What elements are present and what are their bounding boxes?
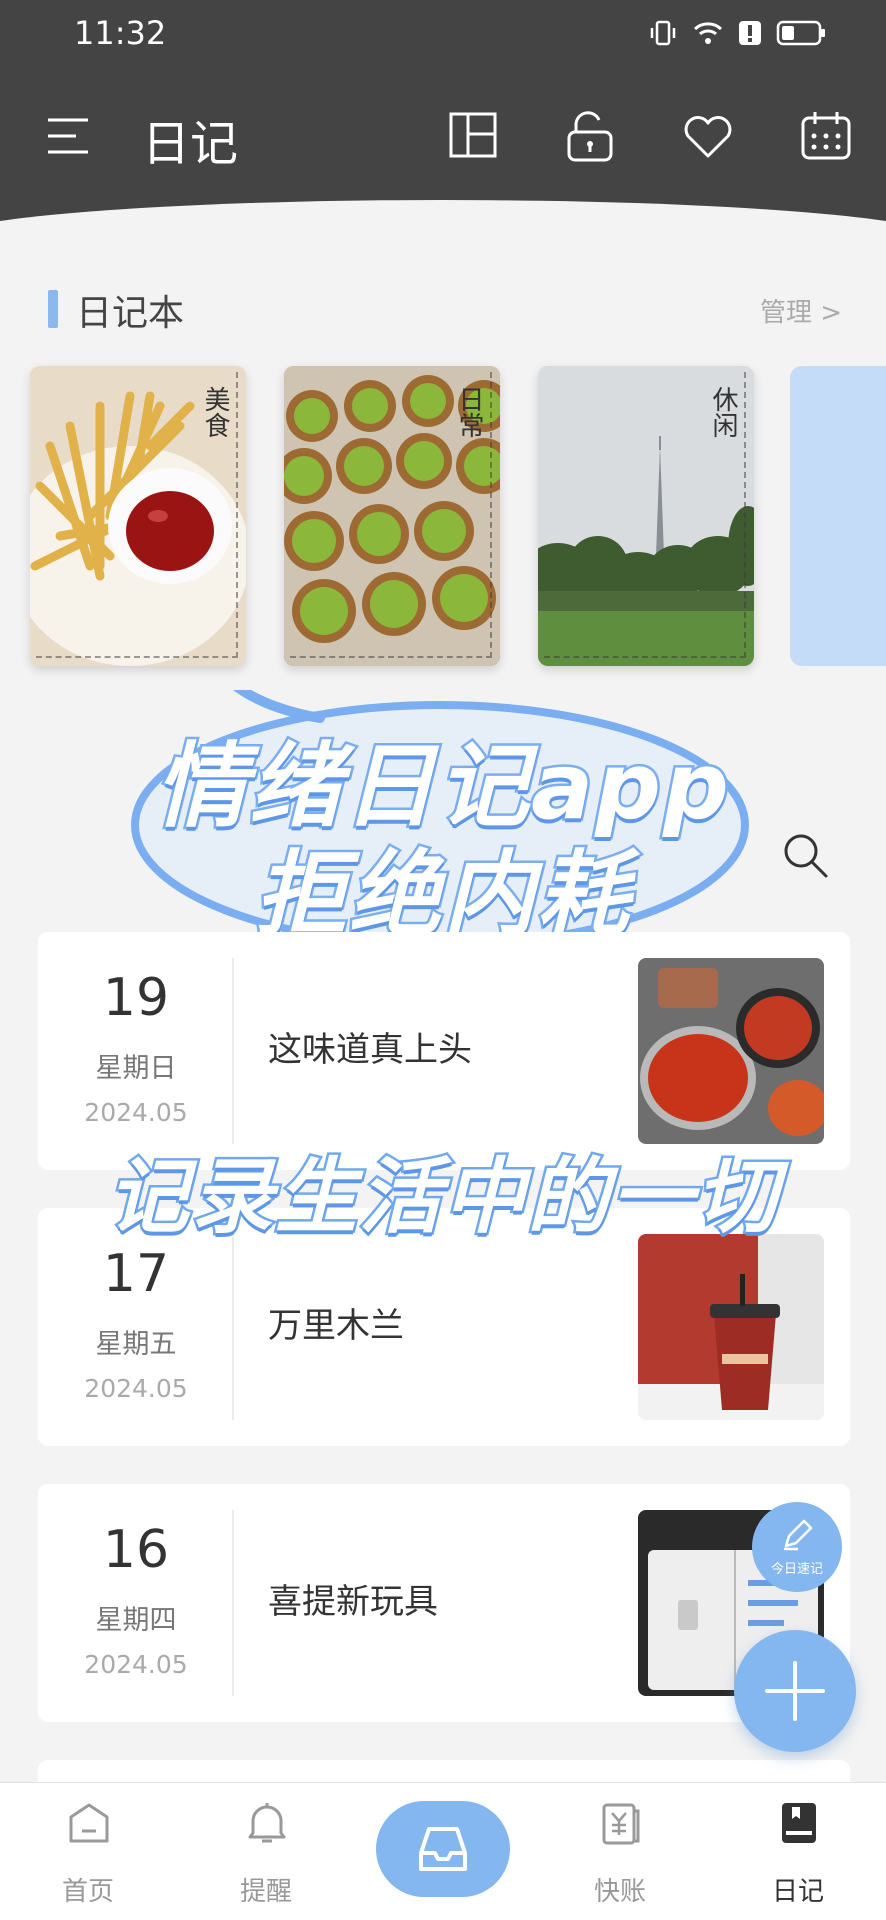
add-notebook-card[interactable] — [790, 366, 886, 666]
add-entry-button[interactable] — [734, 1630, 856, 1752]
entry-day: 17 — [102, 1244, 170, 1304]
status-bar: 11:32 — [0, 0, 886, 70]
notebook-section-header: 日记本 管理 > — [48, 284, 848, 334]
nav-label: 快账 — [593, 1877, 646, 1907]
nav-label: 提醒 — [239, 1877, 292, 1907]
title-bar: 日记 — [0, 100, 886, 172]
entry-photo — [638, 958, 824, 1144]
section-title: 日记本 — [76, 293, 185, 334]
lock-button[interactable] — [562, 108, 618, 164]
status-time: 11:32 — [74, 14, 167, 52]
menu-icon — [48, 118, 88, 154]
status-icons — [648, 18, 826, 48]
notebook-label: 日常 — [454, 386, 484, 438]
calendar-button[interactable] — [798, 108, 854, 164]
section-accent-bar — [48, 290, 58, 328]
entry-day: 16 — [102, 1520, 170, 1580]
entry-title: 万里木兰 — [268, 1306, 404, 1346]
manage-link[interactable]: 管理 > — [760, 292, 842, 329]
bell-icon — [248, 1803, 286, 1843]
notebook-label: 休闲 — [708, 386, 738, 438]
entry-title: 这味道真上头 — [268, 1030, 472, 1070]
alert-icon — [739, 21, 761, 45]
layout-icon — [449, 112, 497, 158]
entry-date: 2024.05 — [84, 1098, 188, 1127]
ledger-icon — [602, 1803, 640, 1845]
bottom-nav: 首页 提醒 快账 日记 — [0, 1782, 886, 1920]
quick-note-label: 今日速记 — [770, 1562, 823, 1577]
nav-reminder[interactable]: 提醒 — [206, 1801, 326, 1911]
entry-weekday: 星期日 — [95, 1053, 177, 1084]
nav-accounts[interactable]: 快账 — [560, 1801, 680, 1911]
calendar-icon — [801, 112, 851, 160]
entry-weekday: 星期五 — [95, 1329, 177, 1360]
plus-icon — [765, 1661, 825, 1721]
battery-icon — [776, 20, 825, 46]
promo-line-3: 记录生活中的一切 — [105, 1148, 780, 1248]
unlock-icon — [567, 111, 613, 162]
notebook-card-daily[interactable]: 日常 — [284, 366, 500, 666]
entry-divider — [232, 958, 234, 1144]
nav-home[interactable]: 首页 — [28, 1801, 148, 1911]
entry-divider — [232, 1234, 234, 1420]
diary-icon — [782, 1803, 816, 1843]
menu-button[interactable] — [46, 114, 90, 158]
nav-center-button[interactable] — [376, 1801, 510, 1897]
notebook-card-food[interactable]: 美食 — [30, 366, 246, 666]
favorite-button[interactable] — [680, 108, 736, 164]
pen-icon — [784, 1519, 813, 1551]
notebook-card-leisure[interactable]: 休闲 — [538, 366, 754, 666]
entry-divider — [232, 1510, 234, 1696]
notebook-row: 美食 日常 休闲 — [30, 366, 886, 666]
entry-date: 2024.05 — [84, 1374, 188, 1403]
nav-label: 日记 — [771, 1877, 824, 1907]
entry-title: 喜提新玩具 — [268, 1582, 438, 1622]
page-title: 日记 — [142, 116, 239, 172]
home-icon — [69, 1803, 109, 1843]
entry-weekday: 星期四 — [95, 1605, 177, 1636]
header-curve — [0, 200, 886, 280]
nav-label: 首页 — [61, 1877, 114, 1907]
app-root: 11:32 日记 日记本 管理 > 美食 日常 休闲 情绪日记app 拒绝内耗 … — [0, 0, 886, 1920]
wifi-icon — [693, 22, 723, 44]
heart-icon — [684, 116, 732, 158]
diary-card[interactable]: 16 星期四 2024.05 喜提新玩具 — [38, 1484, 850, 1722]
entry-photo — [638, 1234, 824, 1420]
entry-date: 2024.05 — [84, 1650, 188, 1679]
notebook-label: 美食 — [200, 386, 230, 438]
entry-day: 19 — [102, 968, 170, 1028]
tea-cup-photo — [638, 1234, 824, 1420]
nav-diary[interactable]: 日记 — [738, 1801, 858, 1911]
crawfish-photo — [638, 958, 824, 1144]
quick-note-button[interactable]: 今日速记 — [752, 1502, 842, 1592]
vibrate-icon — [650, 20, 676, 46]
layout-button[interactable] — [446, 108, 502, 164]
inbox-icon — [419, 1827, 467, 1871]
